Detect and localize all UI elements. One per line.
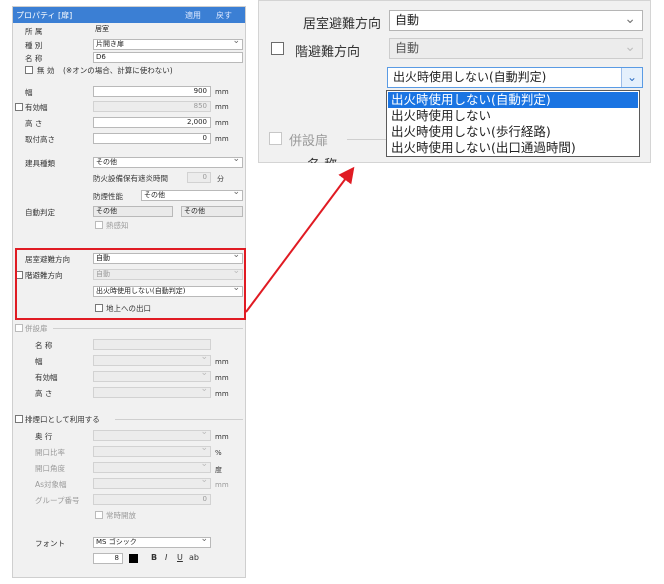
callout-arrow	[245, 166, 355, 313]
